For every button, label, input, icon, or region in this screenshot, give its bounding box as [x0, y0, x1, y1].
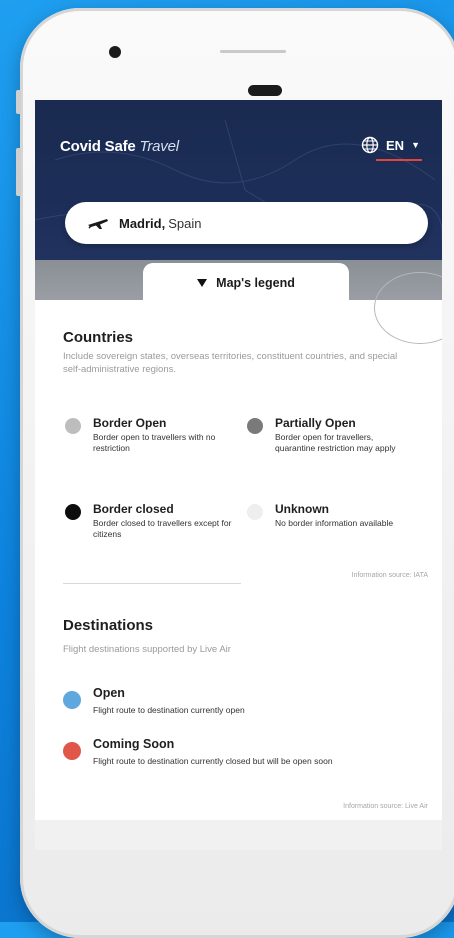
app-brand: Covid Safe Travel [60, 138, 179, 155]
legend-description: Border closed to travellers except for c… [93, 518, 232, 539]
app-screen: Covid Safe Travel EN ▼ Madrid, Spain Map… [35, 100, 442, 850]
legend-label: Border closed [93, 502, 174, 516]
countries-source: Information source: IATA [351, 572, 428, 579]
sensor-bar [220, 50, 286, 53]
section-divider [63, 583, 241, 584]
language-selector[interactable]: EN ▼ [361, 136, 420, 154]
destinations-description: Flight destinations supported by Live Ai… [63, 644, 231, 655]
volume-up-button [16, 148, 21, 196]
map-region-outline [374, 272, 442, 344]
brand-subtitle: Travel [139, 138, 180, 155]
legend-description: Flight route to destination currently op… [93, 705, 245, 715]
legend-description: Border open to travellers with no restri… [93, 432, 216, 453]
border-closed-dot [65, 504, 81, 520]
brand-name: Covid Safe [60, 138, 136, 155]
legend-label: Border Open [93, 416, 167, 430]
partially-open-dot [247, 418, 263, 434]
unknown-dot [247, 504, 263, 520]
bottom-bar [35, 820, 442, 850]
legend-label: Unknown [275, 502, 329, 516]
coming-soon-dot [63, 742, 81, 760]
front-camera [109, 46, 121, 58]
legend-description: Border open for travellers, quarantine r… [275, 432, 396, 453]
origin-search-field[interactable]: Madrid, Spain [65, 202, 428, 244]
legend-label: Partially Open [275, 416, 356, 430]
triangle-down-icon [197, 279, 208, 287]
airplane-icon [88, 219, 108, 229]
origin-city: Madrid, [119, 215, 166, 231]
destinations-title: Destinations [63, 617, 154, 634]
globe-icon [361, 136, 379, 154]
countries-description: Include sovereign states, overseas terri… [63, 351, 398, 375]
legend-description: Flight route to destination currently cl… [93, 756, 333, 766]
earpiece-speaker [248, 85, 282, 96]
map-legend-label: Map's legend [216, 276, 295, 290]
legend-label: Open [93, 686, 125, 700]
destinations-source: Information source: Live Air [343, 803, 428, 810]
chevron-down-icon: ▼ [411, 140, 420, 150]
mute-switch [16, 90, 21, 114]
map-legend-toggle[interactable]: Map's legend [143, 263, 349, 303]
language-code: EN [386, 137, 405, 153]
origin-country: Spain [168, 215, 202, 231]
open-dot [63, 691, 81, 709]
border-open-dot [65, 418, 81, 434]
countries-title: Countries [63, 329, 134, 346]
language-underline [376, 159, 422, 161]
legend-description: No border information available [275, 518, 394, 528]
legend-label: Coming Soon [93, 737, 175, 751]
